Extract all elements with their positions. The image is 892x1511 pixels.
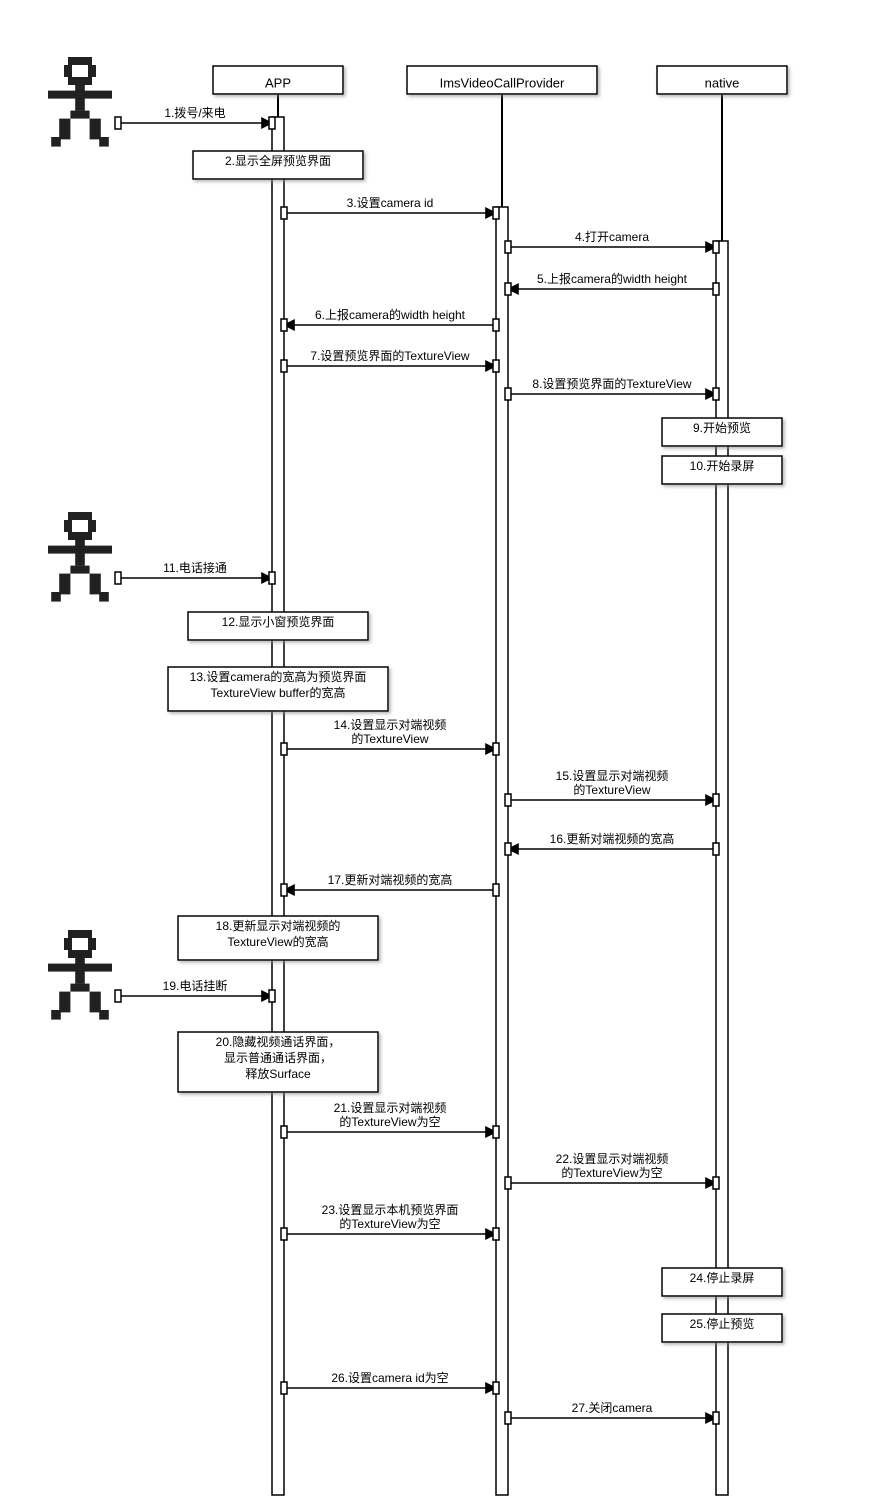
message-label: 5.上报camera的width height	[537, 271, 688, 286]
self-message-label: 释放Surface	[245, 1066, 311, 1081]
call-mark	[505, 283, 511, 295]
message-label: 的TextureView为空	[561, 1165, 662, 1180]
message-label: 22.设置显示对端视频	[556, 1151, 669, 1166]
message-label: 6.上报camera的width height	[315, 307, 466, 322]
message-label: 19.电话挂断	[163, 978, 228, 993]
self-message-label: 2.显示全屏预览界面	[225, 153, 331, 168]
call-mark	[269, 572, 275, 584]
call-mark	[281, 884, 287, 896]
call-mark	[281, 207, 287, 219]
message-label: 的TextureView为空	[339, 1114, 440, 1129]
call-mark	[713, 388, 719, 400]
sequence-diagram: APP ImsVideoCallProvider native 1.拨号/来电 2.显示…	[0, 0, 892, 1511]
message-label: 4.打开camera	[575, 230, 649, 244]
call-mark	[493, 1126, 499, 1138]
participant-label-app: APP	[265, 75, 291, 90]
self-message-label: 18.更新显示对端视频的	[216, 918, 341, 933]
call-mark	[505, 388, 511, 400]
self-message-label: 12.显示小窗预览界面	[222, 614, 335, 629]
message-label: 14.设置显示对端视频	[334, 717, 447, 732]
message-label: 的TextureView	[351, 731, 428, 746]
message-label: 7.设置预览界面的TextureView	[310, 348, 469, 363]
message-label: 17.更新对端视频的宽高	[328, 872, 453, 887]
actor-icon	[48, 57, 112, 147]
self-message-label: 显示普通通话界面，	[224, 1051, 332, 1065]
call-mark	[713, 283, 719, 295]
call-mark	[281, 360, 287, 372]
call-mark	[115, 117, 121, 129]
self-message-label: 20.隐藏视频通话界面，	[216, 1034, 341, 1049]
message-label: 3.设置camera id	[347, 196, 434, 210]
call-mark	[505, 794, 511, 806]
message-label: 的TextureView为空	[339, 1216, 440, 1231]
call-mark	[281, 1382, 287, 1394]
self-message-label: TextureView的宽高	[227, 934, 328, 949]
message-label: 8.设置预览界面的TextureView	[532, 376, 691, 391]
call-mark	[269, 117, 275, 129]
message-label: 的TextureView	[573, 782, 650, 797]
self-message-label: TextureView buffer的宽高	[211, 685, 346, 700]
self-message-label: 25.停止预览	[690, 1316, 755, 1331]
call-mark	[713, 843, 719, 855]
call-mark	[713, 1412, 719, 1424]
message-label: 11.电话接通	[163, 560, 227, 575]
call-mark	[505, 241, 511, 253]
actor-icon	[48, 930, 112, 1020]
call-mark	[493, 1382, 499, 1394]
message-label: 26.设置camera id为空	[331, 1371, 448, 1385]
call-mark	[281, 319, 287, 331]
call-mark	[505, 1412, 511, 1424]
message-label: 27.关闭camera	[572, 1401, 653, 1415]
message-label: 16.更新对端视频的宽高	[550, 831, 675, 846]
participant-label-ims: ImsVideoCallProvider	[440, 75, 565, 90]
self-message-label: 13.设置camera的宽高为预览界面	[190, 669, 367, 684]
call-mark	[493, 360, 499, 372]
call-mark	[713, 794, 719, 806]
message-label: 23.设置显示本机预览界面	[322, 1202, 459, 1217]
call-mark	[115, 572, 121, 584]
call-mark	[713, 241, 719, 253]
call-mark	[115, 990, 121, 1002]
call-mark	[505, 1177, 511, 1189]
call-mark	[493, 319, 499, 331]
self-message-label: 24.停止录屏	[690, 1270, 755, 1285]
call-mark	[281, 1126, 287, 1138]
call-mark	[281, 1228, 287, 1240]
call-mark	[713, 1177, 719, 1189]
call-mark	[493, 207, 499, 219]
call-mark	[269, 990, 275, 1002]
self-message-label: 10.开始录屏	[690, 459, 755, 473]
call-mark	[505, 843, 511, 855]
participant-label-native: native	[705, 75, 740, 90]
actor-icon	[48, 512, 112, 602]
call-mark	[493, 1228, 499, 1240]
message-label: 1.拨号/来电	[164, 106, 225, 120]
call-mark	[493, 884, 499, 896]
call-mark	[493, 743, 499, 755]
call-mark	[281, 743, 287, 755]
message-label: 15.设置显示对端视频	[556, 768, 669, 783]
message-label: 21.设置显示对端视频	[334, 1100, 447, 1115]
self-message-label: 9.开始预览	[693, 420, 751, 435]
